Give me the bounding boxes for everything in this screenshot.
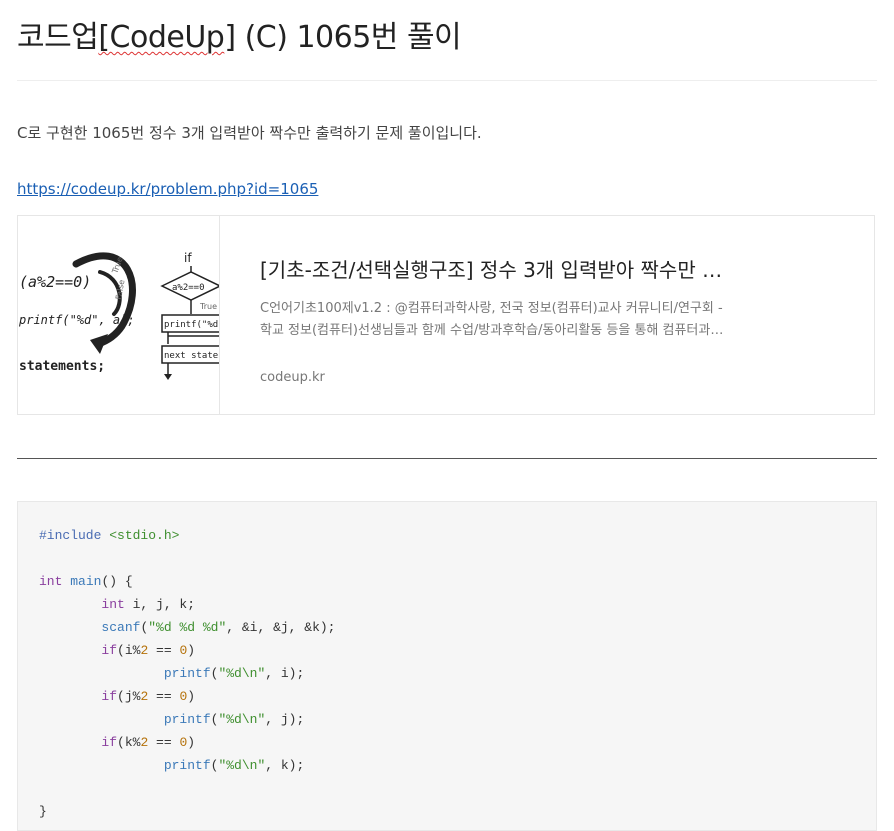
thumb-true-branch: True [199,302,217,311]
link-preview-description: C언어기초100제v1.2 : @컴퓨터과학사랑, 전국 정보(컴퓨터)교사 커… [260,301,723,338]
code-line: int main() { [39,570,876,593]
thumb-next-statement-text: next staten [164,351,219,361]
link-preview-title[interactable]: [기초-조건/선택실행구조] 정수 3개 입력받아 짝수만 출력하기 [260,254,730,283]
link-preview-domain: codeup.kr [260,370,325,385]
code-token: == [148,735,180,750]
code-token: == [148,689,180,704]
code-token: i, j, k; [124,597,196,612]
code-token: printf [163,666,211,681]
code-lines: #include <stdio.h> int main() { int i, j,… [39,524,876,823]
code-token: if [101,643,118,658]
code-token: main [70,574,102,589]
code-token: "%d %d %d" [148,620,227,635]
code-line: } [39,800,876,823]
code-token: int [39,574,63,589]
link-preview-card[interactable]: (a%2==0) printf("%d", a); statements; Tr… [17,215,875,415]
code-block: #include <stdio.h> int main() { int i, j,… [17,501,877,831]
code-token: if [101,735,118,750]
code-token: ) [187,689,196,704]
code-line: #include <stdio.h> [39,524,876,547]
thumb-left-statements: statements; [19,359,105,374]
code-line: int i, j, k; [39,593,876,616]
code-token: "%d\n" [218,712,266,727]
thumb-left-printf: printf("%d", a); [18,313,135,327]
flowchart-thumbnail-image: (a%2==0) printf("%d", a); statements; Tr… [18,251,219,380]
post-title-suffix: ] (C) 1065번 풀이 [224,20,462,55]
code-token: printf [163,712,211,727]
title-separator [17,80,877,81]
code-token: , k); [265,758,305,773]
code-line: printf("%d\n", i); [39,662,876,685]
code-token: (j% [117,689,141,704]
code-line: printf("%d\n", k); [39,754,876,777]
post-title-spellchecked: [CodeUp [98,20,225,55]
thumb-left-condition: (a%2==0) [19,273,91,291]
code-token: , i); [265,666,305,681]
problem-link[interactable]: https://codeup.kr/problem.php?id=1065 [17,180,318,198]
link-preview-body[interactable]: [기초-조건/선택실행구조] 정수 3개 입력받아 짝수만 출력하기 C언어기초… [220,216,874,414]
thumb-curved-arrow-outer [72,252,136,348]
code-token: () { [101,574,133,589]
post-title: 코드업[CodeUp] (C) 1065번 풀이 [17,12,462,56]
code-token: (i% [117,643,141,658]
code-line: scanf("%d %d %d", &i, &j, &k); [39,616,876,639]
code-token: } [39,804,47,819]
code-line: if(i%2 == 0) [39,639,876,662]
thumb-decision-text: a%2==0 [172,283,205,293]
code-token: if [101,689,118,704]
code-line: if(k%2 == 0) [39,731,876,754]
code-token: , &i, &j, &k); [226,620,336,635]
code-token: ) [187,643,196,658]
code-token: , j); [265,712,305,727]
thumb-printf-text: printf("%d", [164,320,219,330]
code-line: if(j%2 == 0) [39,685,876,708]
code-token: int [101,597,125,612]
code-token: "%d\n" [218,758,266,773]
code-token: printf [163,758,211,773]
code-token: ) [187,735,196,750]
code-line: printf("%d\n", j); [39,708,876,731]
horizontal-rule [17,458,877,459]
code-token: "%d\n" [218,666,266,681]
thumb-if-label: if [184,251,192,265]
code-token: == [148,643,180,658]
code-token: #include [39,528,110,543]
post-intro: C로 구현한 1065번 정수 3개 입력받아 짝수만 출력하기 문제 풀이입니… [17,124,482,142]
link-preview-thumbnail: (a%2==0) printf("%d", a); statements; Tr… [18,216,220,414]
code-token: (k% [117,735,141,750]
code-token: <stdio.h> [109,528,180,543]
code-content: #include <stdio.h> int main() { int i, j,… [18,502,876,823]
code-token: scanf [101,620,141,635]
post-title-prefix: 코드업 [17,20,99,55]
